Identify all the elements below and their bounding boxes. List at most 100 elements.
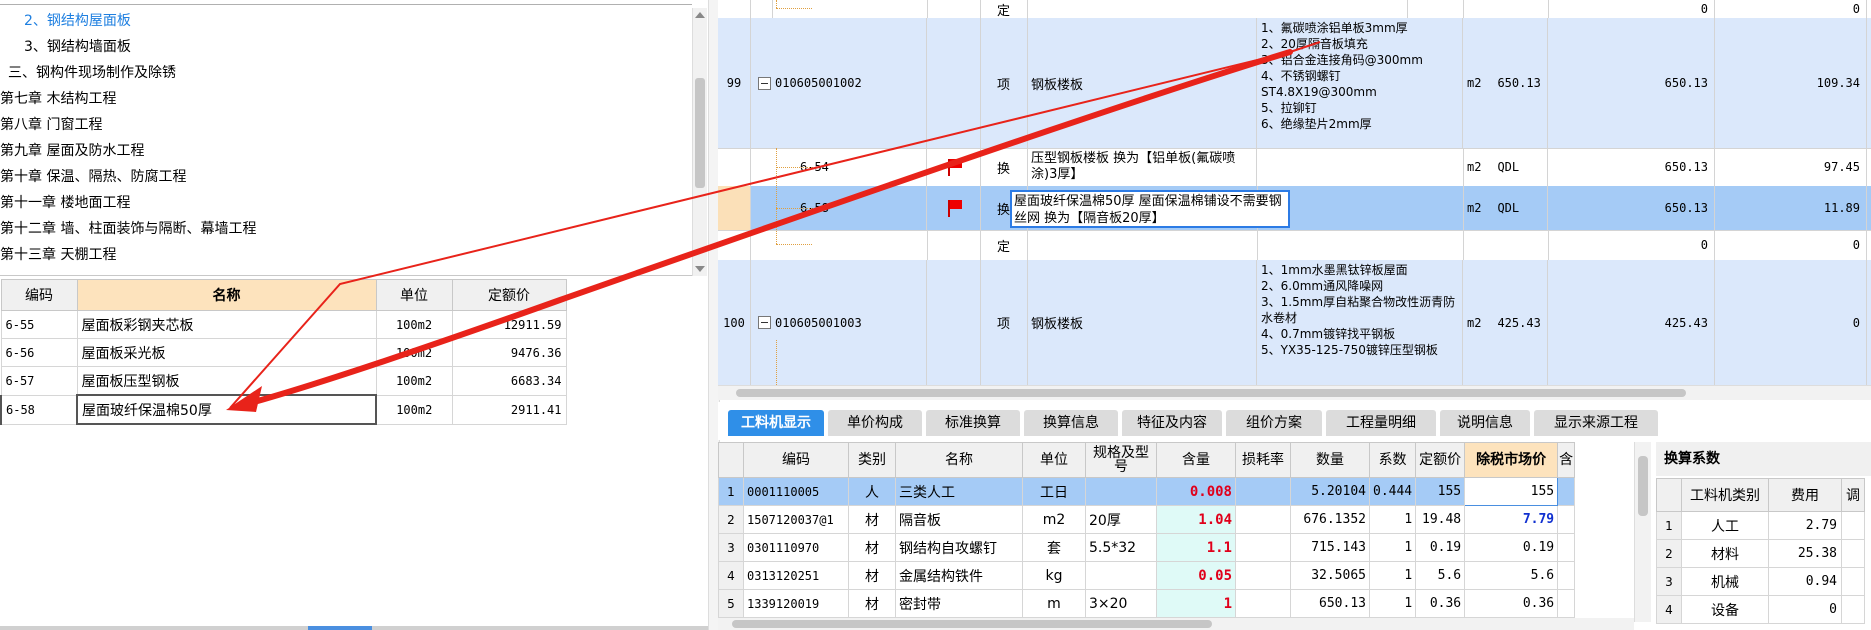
grid-horizontal-scrollbar[interactable] bbox=[718, 385, 1871, 400]
tree-scrollbar[interactable] bbox=[692, 8, 707, 276]
col-header-category[interactable]: 工料机类别 bbox=[1681, 478, 1769, 512]
tab-material-display[interactable]: 工料机显示 bbox=[728, 410, 824, 436]
material-quantity: 676.1352 bbox=[1290, 505, 1370, 534]
material-spec bbox=[1085, 561, 1157, 590]
col-header-spec[interactable]: 规格及型号 bbox=[1085, 442, 1157, 478]
material-name: 三类人工 bbox=[895, 477, 1023, 506]
grid-row-99[interactable]: 99 010605001002 项 钢板楼板 1、氟碳喷涂铝单板3mm厚 2、2… bbox=[718, 18, 1871, 149]
col-header-fee[interactable]: 费用 bbox=[1768, 478, 1842, 512]
col-header-name[interactable]: 名称 bbox=[895, 442, 1023, 478]
table-row[interactable]: 4 设备 0 bbox=[1656, 595, 1865, 624]
tab-features[interactable]: 特征及内容 bbox=[1122, 410, 1222, 436]
collapse-icon[interactable] bbox=[758, 316, 771, 329]
grid-row-quota-fixed-top[interactable]: 定 0 0 bbox=[718, 0, 1871, 19]
tree-item-chapter-7[interactable]: 第七章 木结构工程 bbox=[0, 88, 116, 110]
tree-item-steel-wall-panel[interactable]: 3、钢结构墙面板 bbox=[24, 36, 131, 58]
scroll-thumb[interactable] bbox=[695, 78, 705, 188]
material-quota-price: 19.48 bbox=[1415, 505, 1466, 534]
grid-name-editor[interactable]: 屋面玻纤保温棉50厚 屋面保温棉铺设不需要钢丝网 换为【隔音板20厚】 bbox=[1010, 190, 1290, 228]
material-horizontal-scrollbar[interactable] bbox=[718, 618, 1634, 630]
grid-qty: 650.13 bbox=[1548, 186, 1715, 230]
grid-qty: 0 bbox=[1548, 230, 1715, 260]
material-market-price[interactable]: 0.36 bbox=[1464, 589, 1559, 618]
row-number: 4 bbox=[1656, 595, 1682, 624]
col-header-code[interactable]: 编码 bbox=[0, 279, 78, 311]
table-row[interactable]: 3 机械 0.94 bbox=[1656, 567, 1865, 596]
grid-feature-desc: 1、1mm水墨黑钛锌板屋面 2、6.0mm通风降噪网 3、1.5mm厚自粘聚合物… bbox=[1257, 260, 1463, 385]
material-code: 0301110970 bbox=[743, 533, 849, 562]
scroll-up-icon[interactable] bbox=[695, 12, 705, 18]
table-row[interactable]: 5 1339120019 材 密封带 m 3×20 1 650.13 1 0.3… bbox=[718, 589, 1576, 618]
tab-conversion-info[interactable]: 换算信息 bbox=[1024, 410, 1118, 436]
table-row[interactable]: 4 0313120251 材 金属结构铁件 kg 0.05 32.5065 1 … bbox=[718, 561, 1576, 590]
material-category: 材 bbox=[848, 505, 896, 534]
table-row[interactable]: 6-57 屋面板压型钢板 100m2 6683.34 bbox=[0, 366, 567, 396]
left-bottom-scrollbar[interactable] bbox=[0, 626, 708, 630]
col-header-price[interactable]: 定额价 bbox=[451, 279, 567, 311]
grid-row-quota-fixed[interactable]: 定 0 0 bbox=[718, 230, 1871, 261]
grid-row-6-58[interactable]: 6-58 换 m2 QDL 650.13 11.89 屋面玻纤保温棉50厚 屋面保… bbox=[718, 186, 1871, 231]
table-row[interactable]: 1 人工 2.79 bbox=[1656, 511, 1865, 540]
detail-tabs: 工料机显示 单价构成 标准换算 换算信息 特征及内容 组价方案 工程量明细 说明… bbox=[718, 402, 1871, 440]
col-header-adjust[interactable]: 调 bbox=[1841, 478, 1865, 512]
grid-seq: 100 bbox=[718, 260, 751, 385]
material-coef: 1 bbox=[1368, 561, 1417, 590]
tab-description[interactable]: 说明信息 bbox=[1440, 410, 1530, 436]
col-header-name[interactable]: 名称 bbox=[76, 279, 377, 311]
material-code: 0313120251 bbox=[743, 561, 849, 590]
table-row[interactable]: 6-56 屋面板采光板 100m2 9476.36 bbox=[0, 338, 567, 367]
material-market-price[interactable]: 0.19 bbox=[1464, 533, 1559, 562]
tab-pricing-plan[interactable]: 组价方案 bbox=[1226, 410, 1322, 436]
col-header-code[interactable]: 编码 bbox=[743, 442, 849, 478]
grid-row-100[interactable]: 100 010605001003 项 钢板楼板 1、1mm水墨黑钛锌板屋面 2、… bbox=[718, 260, 1871, 385]
tree-item-chapter-9[interactable]: 第九章 屋面及防水工程 bbox=[0, 140, 144, 162]
scroll-down-icon[interactable] bbox=[695, 266, 705, 272]
tab-source-project[interactable]: 显示来源工程 bbox=[1534, 410, 1658, 436]
material-loss bbox=[1235, 505, 1291, 534]
tree-item-chapter-10[interactable]: 第十章 保温、隔热、防腐工程 bbox=[0, 166, 186, 188]
tree-item-chapter-11[interactable]: 第十一章 楼地面工程 bbox=[0, 192, 130, 214]
row-number: 1 bbox=[1656, 511, 1682, 540]
col-header-content[interactable]: 含量 bbox=[1156, 442, 1236, 478]
material-market-price[interactable]: 5.6 bbox=[1464, 561, 1559, 590]
col-header-market-price[interactable]: 除税市场价 bbox=[1464, 442, 1559, 478]
col-header-tax[interactable]: 含 bbox=[1557, 442, 1576, 478]
table-row-current[interactable]: 6-58 屋面玻纤保温棉50厚 100m2 2911.41 bbox=[0, 394, 567, 425]
grid-type: 定 bbox=[980, 0, 1028, 18]
tab-standard-conversion[interactable]: 标准换算 bbox=[926, 410, 1020, 436]
tree-item-steel-roof-panel[interactable]: 2、钢结构屋面板 bbox=[24, 10, 131, 32]
table-row[interactable]: 3 0301110970 材 钢结构自攻螺钉 套 5.5*32 1.1 715.… bbox=[718, 533, 1576, 562]
quota-code: 6-57 bbox=[0, 366, 78, 396]
col-header-category[interactable]: 类别 bbox=[848, 442, 896, 478]
tree-item-chapter-8[interactable]: 第八章 门窗工程 bbox=[0, 114, 102, 136]
col-header-quota-price[interactable]: 定额价 bbox=[1415, 442, 1466, 478]
material-vertical-scrollbar[interactable] bbox=[1634, 442, 1651, 622]
quota-price: 2911.41 bbox=[451, 394, 567, 425]
table-row[interactable]: 6-55 屋面板彩钢夹芯板 100m2 12911.59 bbox=[0, 310, 567, 339]
material-content: 1.04 bbox=[1156, 505, 1236, 534]
tree-item-chapter-13[interactable]: 第十三章 天棚工程 bbox=[0, 244, 116, 266]
table-row[interactable]: 1 0001110005 人 三类人工 工日 0.008 5.20104 0.4… bbox=[718, 477, 1576, 506]
tree-item-chapter-12[interactable]: 第十二章 墙、柱面装饰与隔断、幕墙工程 bbox=[0, 218, 256, 240]
col-header-quantity[interactable]: 数量 bbox=[1290, 442, 1370, 478]
col-header-coef[interactable]: 系数 bbox=[1368, 442, 1417, 478]
col-header-unit[interactable]: 单位 bbox=[375, 279, 453, 311]
material-coef: 1 bbox=[1368, 533, 1417, 562]
tree-item-onsite-fabrication[interactable]: 三、钢构件现场制作及除锈 bbox=[8, 62, 176, 84]
material-market-price[interactable]: 7.79 bbox=[1464, 505, 1559, 534]
tab-quantity-detail[interactable]: 工程量明细 bbox=[1326, 410, 1436, 436]
col-header-unit[interactable]: 单位 bbox=[1022, 442, 1086, 478]
quota-unit: 100m2 bbox=[375, 394, 453, 425]
material-loss bbox=[1235, 477, 1291, 506]
material-unit: 套 bbox=[1022, 533, 1086, 562]
material-coef: 0.444 bbox=[1368, 477, 1417, 506]
tab-unit-price[interactable]: 单价构成 bbox=[828, 410, 922, 436]
coef-category: 人工 bbox=[1681, 511, 1769, 540]
table-row[interactable]: 2 材料 25.38 bbox=[1656, 539, 1865, 568]
collapse-icon[interactable] bbox=[758, 76, 771, 90]
market-price-input[interactable]: 155 bbox=[1464, 477, 1559, 506]
col-header-loss[interactable]: 损耗率 bbox=[1235, 442, 1291, 478]
table-row[interactable]: 2 1507120037@1 材 隔音板 m2 20厚 1.04 676.135… bbox=[718, 505, 1576, 534]
coef-panel-title: 换算系数 bbox=[1656, 442, 1871, 476]
grid-row-6-54[interactable]: 6-54 换 压型钢板楼板 换为【铝单板(氟碳喷涂)3厚】 m2 QDL 650.… bbox=[718, 148, 1871, 187]
